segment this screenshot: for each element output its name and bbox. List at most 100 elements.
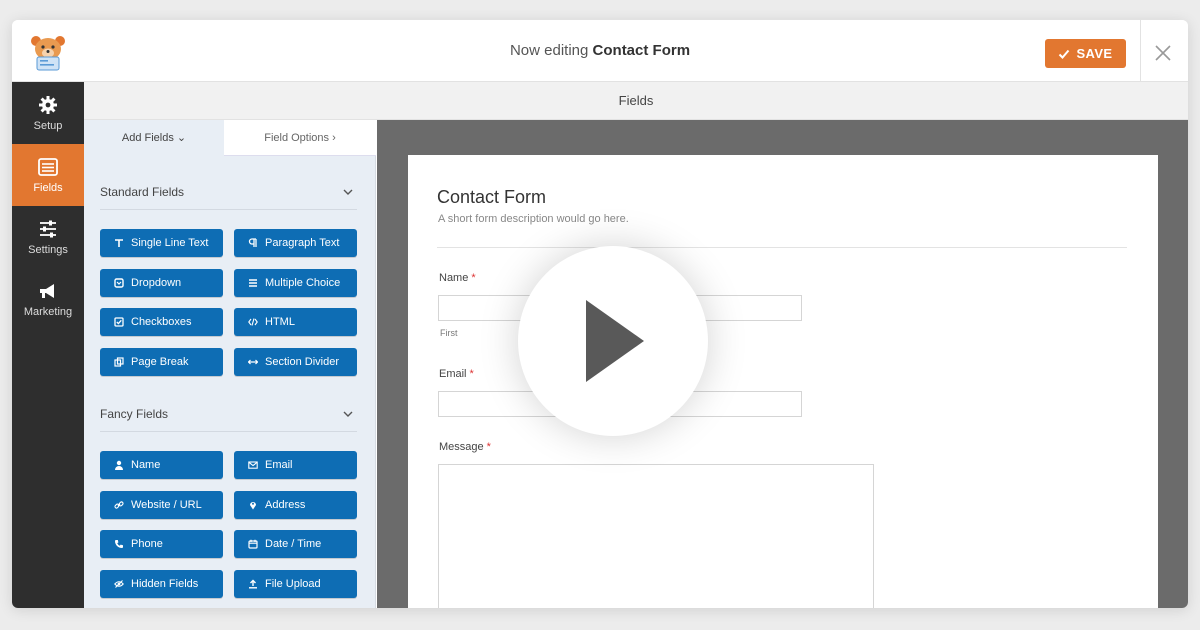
top-bar: Now editing Contact Form SAVE [12,20,1188,82]
field-button-label: File Upload [265,577,321,590]
nav-item-fields[interactable]: Fields [12,144,84,206]
dropdown-icon [114,277,124,288]
fields-icon [38,157,58,176]
code-icon [248,318,258,326]
field-button-single-line-text[interactable]: Single Line Text [100,229,223,257]
field-button-email[interactable]: Email [234,451,357,479]
field-button-hidden-fields[interactable]: Hidden Fields [100,569,223,598]
field-button-label: Hidden Fields [131,577,199,590]
field-button-label: Page Break [131,355,189,368]
field-button-address[interactable]: Address [234,490,357,519]
envelope-icon [248,461,258,469]
builder-window: Now editing Contact Form SAVE Setup Fiel… [12,20,1188,608]
chevron-down-icon [343,189,353,195]
field-button-label: Dropdown [131,276,182,289]
required-mark: * [471,272,476,284]
calendar-icon [248,539,258,549]
field-button-website-url[interactable]: Website / URL [100,490,223,519]
field-button-dropdown[interactable]: Dropdown [100,268,223,297]
add-fields-panel: Add Fields ⌄ Field Options › Standard Fi… [84,120,376,608]
left-nav: Setup Fields Settings Marketing [12,82,84,608]
video-play-button[interactable] [518,246,708,436]
list-icon [249,278,257,287]
megaphone-icon [40,283,54,298]
link-icon [114,501,124,509]
field-button-label: Name [131,459,161,471]
tab-field-options-label: Field Options [264,132,330,144]
field-button-label: Multiple Choice [265,276,341,289]
checkbox-icon [114,317,124,327]
message-field-label: Message * [439,441,491,453]
field-button-label: Section Divider [265,355,339,368]
nav-item-marketing[interactable]: Marketing [12,268,84,330]
standard-fields-title: Standard Fields [100,184,185,199]
form-divider [437,247,1127,248]
field-button-label: Phone [131,538,163,551]
header-divider [1140,20,1141,82]
text-icon [115,239,123,247]
close-icon[interactable] [1152,42,1174,64]
field-button-label: Checkboxes [131,316,192,329]
nav-label-setup: Setup [33,119,63,132]
field-button-name[interactable]: Name [100,451,223,479]
gear-icon [39,95,57,114]
field-button-label: Single Line Text [131,237,209,249]
save-button[interactable]: SAVE [1045,39,1126,68]
field-button-date-time[interactable]: Date / Time [234,530,357,559]
fancy-fields-toggle[interactable]: Fancy Fields [100,396,357,432]
field-button-checkboxes[interactable]: Checkboxes [100,308,223,337]
field-button-label: Address [265,498,306,511]
field-button-multiple-choice[interactable]: Multiple Choice [234,268,357,297]
nav-label-fields: Fields [33,181,63,194]
field-button-paragraph-text[interactable]: Paragraph Text [234,229,357,257]
field-button-html[interactable]: HTML [234,308,357,337]
chevron-down-icon: ⌄ [176,132,187,144]
save-label: SAVE [1076,46,1113,61]
standard-fields-toggle[interactable]: Standard Fields [100,174,357,210]
check-icon [1059,49,1070,59]
name-first-sublabel: First [440,328,458,338]
copy-icon [114,357,124,367]
email-field-label: Email * [439,368,474,380]
required-mark: * [469,368,474,380]
form-title: Contact Form [437,187,547,207]
nav-label-marketing: Marketing [23,305,73,318]
map-pin-icon [250,501,256,510]
nav-label-settings: Settings [28,243,68,256]
editing-title: Now editing Contact Form [12,42,1188,59]
field-button-label: Email [265,459,293,471]
tab-add-fields[interactable]: Add Fields ⌄ [84,120,224,156]
panel-tabs: Add Fields ⌄ Field Options › [84,120,376,156]
form-name: Contact Form [592,42,691,59]
paragraph-icon [248,238,257,247]
field-button-file-upload[interactable]: File Upload [234,569,357,598]
nav-item-setup[interactable]: Setup [12,82,84,144]
field-button-label: Date / Time [265,538,322,551]
field-button-label: Website / URL [131,498,202,511]
title-prefix: Now editing [509,42,589,59]
field-button-page-break[interactable]: Page Break [100,347,223,376]
tab-add-fields-label: Add Fields [121,132,174,144]
arrows-icon [248,359,258,365]
tab-field-options[interactable]: Field Options › [224,120,376,156]
upload-icon [249,579,257,589]
chevron-right-icon: › [332,132,336,144]
fancy-fields-title: Fancy Fields [100,406,169,421]
field-button-phone[interactable]: Phone [100,530,223,559]
name-label-text: Name [439,272,469,284]
fields-header: Fields [84,82,1188,120]
user-icon [115,460,123,470]
form-preview-card: Contact Form A short form description wo… [408,155,1158,608]
phone-icon [115,540,123,549]
nav-item-settings[interactable]: Settings [12,206,84,268]
eye-slash-icon [114,579,124,588]
required-mark: * [486,441,491,453]
message-textarea[interactable] [438,464,874,608]
name-field-label: Name * [439,272,476,284]
field-button-label: HTML [265,316,295,329]
field-button-label: Paragraph Text [265,237,340,249]
sliders-icon [40,220,56,237]
email-label-text: Email [439,368,467,380]
field-button-section-divider[interactable]: Section Divider [234,347,357,376]
message-label-text: Message [439,441,484,453]
